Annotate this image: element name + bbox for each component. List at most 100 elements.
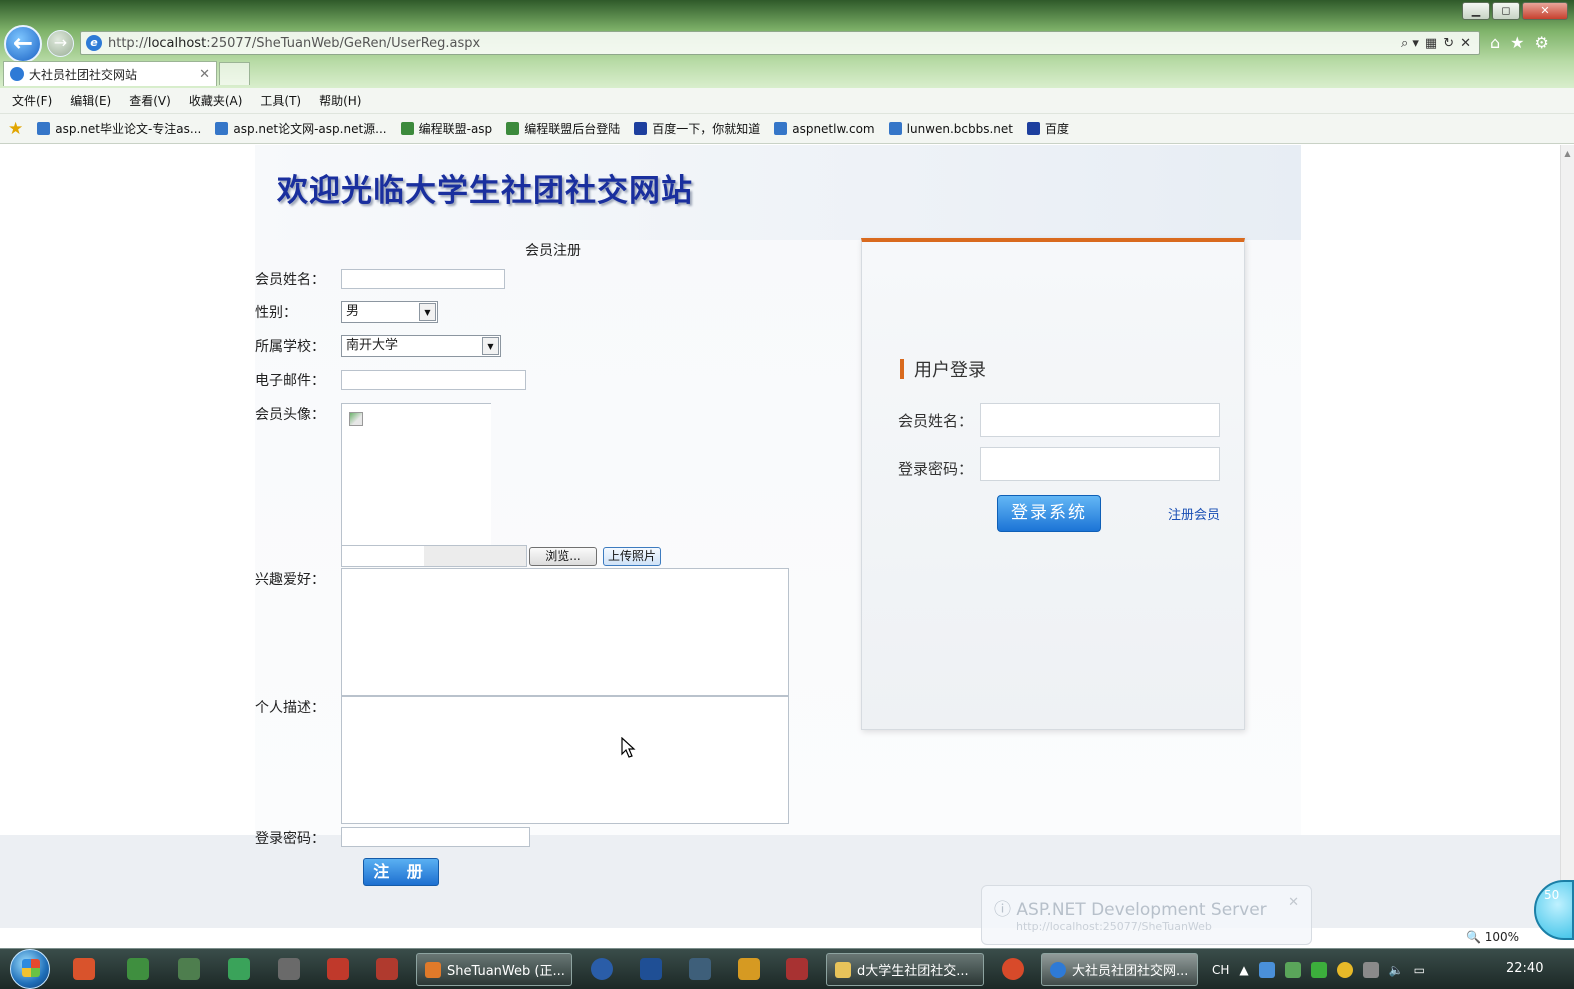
menu-tools[interactable]: 工具(T): [260, 92, 301, 109]
app-icon-7[interactable]: [640, 958, 662, 980]
task-shetuanweb[interactable]: SheTuanWeb (正...: [416, 953, 572, 986]
volume-icon[interactable]: 🔈: [1389, 963, 1404, 977]
tab-title: 大社员社团社交网站: [29, 67, 138, 82]
address-bar[interactable]: e http://localhost:25077/SheTuanWeb/GeRe…: [80, 31, 1480, 55]
school-select[interactable]: 南开大学 ▼: [341, 335, 501, 357]
maximize-button[interactable]: ◻: [1492, 2, 1520, 20]
favorites-star-icon[interactable]: ★: [8, 119, 23, 139]
favorites-star-icon[interactable]: ★: [1510, 33, 1524, 52]
app-icon-2[interactable]: [228, 958, 250, 980]
favorite-link[interactable]: 百度一下，你就知道: [634, 120, 760, 137]
forward-button[interactable]: →: [47, 30, 74, 57]
app-icon-3[interactable]: [278, 958, 300, 980]
minimize-button[interactable]: ▁: [1462, 2, 1490, 20]
task-folder[interactable]: d大学生社团社交...: [826, 953, 984, 986]
reg-name-input[interactable]: [341, 269, 505, 289]
app-icon-9[interactable]: [738, 958, 760, 980]
app-icon-10[interactable]: [786, 958, 808, 980]
zoom-level[interactable]: 🔍 100%: [1466, 930, 1519, 944]
app-icon-4[interactable]: [327, 958, 349, 980]
network-icon[interactable]: ▭: [1414, 963, 1425, 977]
favorites-bar: ★ asp.net毕业论文-专注as... asp.net论文网-asp.net…: [0, 114, 1574, 144]
windows-logo-icon: [22, 959, 40, 977]
site-icon: [400, 122, 414, 135]
ie-page-icon: [774, 122, 788, 135]
new-tab-button[interactable]: [219, 62, 250, 85]
menu-help[interactable]: 帮助(H): [319, 92, 361, 109]
close-window-button[interactable]: ✕: [1522, 2, 1568, 20]
tray-icon[interactable]: [1310, 961, 1327, 978]
reg-description-label: 个人描述：: [255, 700, 325, 716]
favorite-link[interactable]: aspnetlw.com: [774, 122, 875, 136]
favorite-link[interactable]: 百度: [1027, 120, 1069, 137]
page-viewport: 欢迎光临大学生社团社交网站 会员注册 会员姓名： 性别： 男 ▼ 所属学校： 南…: [0, 145, 1560, 928]
back-button[interactable]: ←: [4, 25, 42, 63]
stop-icon[interactable]: ✕: [1460, 36, 1471, 51]
menu-edit[interactable]: 编辑(E): [70, 92, 111, 109]
reg-school-label: 所属学校：: [255, 339, 325, 355]
login-password-input[interactable]: [980, 447, 1220, 481]
favorite-link[interactable]: asp.net毕业论文-专注as...: [37, 120, 201, 137]
menu-view[interactable]: 查看(V): [129, 92, 171, 109]
compat-view-icon[interactable]: ▦: [1425, 36, 1437, 51]
register-button[interactable]: 注 册: [363, 858, 439, 886]
reg-password-input[interactable]: [341, 827, 530, 847]
page-scrollbar[interactable]: ▲: [1560, 145, 1574, 928]
login-panel: 用户登录 会员姓名： 登录密码： 登录系统 注册会员: [861, 238, 1245, 730]
favorite-link[interactable]: 编程联盟后台登陆: [506, 120, 620, 137]
notification-url: http://localhost:25077/SheTuanWeb: [1016, 920, 1212, 933]
app-icon-8[interactable]: [689, 958, 711, 980]
browser-tab-active[interactable]: 大社员社团社交网站 ✕: [3, 61, 217, 86]
address-url[interactable]: http://localhost:25077/SheTuanWeb/GeRen/…: [108, 36, 1401, 51]
language-indicator[interactable]: CH: [1212, 963, 1229, 977]
tray-icon[interactable]: [1362, 961, 1379, 978]
taskbar-clock[interactable]: 22:40: [1506, 961, 1543, 976]
site-icon: [506, 122, 520, 135]
chrome-icon[interactable]: [1002, 958, 1024, 980]
avatar-file-input[interactable]: [341, 545, 527, 567]
favorite-link[interactable]: lunwen.bcbbs.net: [888, 122, 1013, 136]
app-icon-6[interactable]: [591, 958, 613, 980]
dev-server-notification[interactable]: ⓘ ASP.NET Development Server http://loca…: [981, 885, 1312, 945]
tray-icon[interactable]: [1284, 961, 1301, 978]
login-button[interactable]: 登录系统: [997, 495, 1101, 532]
browse-button[interactable]: 浏览...: [529, 547, 597, 566]
app-icon-5[interactable]: [376, 958, 398, 980]
favorite-link[interactable]: asp.net论文网-asp.net源...: [215, 120, 387, 137]
register-member-link[interactable]: 注册会员: [1168, 504, 1220, 523]
upload-photo-button[interactable]: 上传照片: [603, 547, 661, 566]
description-textarea[interactable]: [341, 696, 789, 824]
gender-select[interactable]: 男 ▼: [341, 301, 438, 323]
menu-file[interactable]: 文件(F): [12, 92, 52, 109]
tray-icon[interactable]: [1336, 961, 1353, 978]
favorite-link[interactable]: 编程联盟-asp: [400, 120, 492, 137]
app-icon-1[interactable]: [73, 958, 95, 980]
broken-image-icon: [349, 412, 363, 426]
gear-icon[interactable]: ⚙: [1535, 33, 1549, 52]
page-footer-band: [0, 835, 1560, 928]
address-actions: ⌕ ▾ ▦ ↻ ✕: [1401, 36, 1479, 51]
browser-tools: ⌂ ★ ⚙: [1490, 33, 1549, 52]
shield-icon[interactable]: [127, 958, 149, 980]
login-name-input[interactable]: [980, 403, 1220, 437]
scroll-up-icon[interactable]: ▲: [1561, 149, 1574, 158]
task-ie-browser[interactable]: 大社员社团社交网...: [1041, 953, 1198, 986]
chevron-up-icon[interactable]: ▲: [1239, 963, 1248, 977]
tray-icon[interactable]: [1258, 961, 1275, 978]
ie-page-icon: [37, 122, 51, 135]
start-button[interactable]: [10, 949, 50, 989]
ie-page-icon: [215, 122, 229, 135]
tab-close-icon[interactable]: ✕: [199, 67, 210, 82]
home-icon[interactable]: ⌂: [1490, 33, 1500, 52]
reg-email-input[interactable]: [341, 370, 526, 390]
folder-icon: [835, 961, 851, 978]
notification-close-icon[interactable]: ✕: [1288, 895, 1299, 910]
hobbies-textarea[interactable]: [341, 568, 789, 696]
gender-selected-value: 男: [346, 304, 360, 319]
chevron-down-icon: ▼: [419, 303, 436, 321]
menu-favorites[interactable]: 收藏夹(A): [189, 92, 243, 109]
notification-title: ⓘ ASP.NET Development Server: [994, 900, 1267, 920]
monitor-icon[interactable]: [178, 958, 200, 980]
search-icon[interactable]: ⌕ ▾: [1401, 36, 1419, 51]
refresh-icon[interactable]: ↻: [1443, 36, 1454, 51]
